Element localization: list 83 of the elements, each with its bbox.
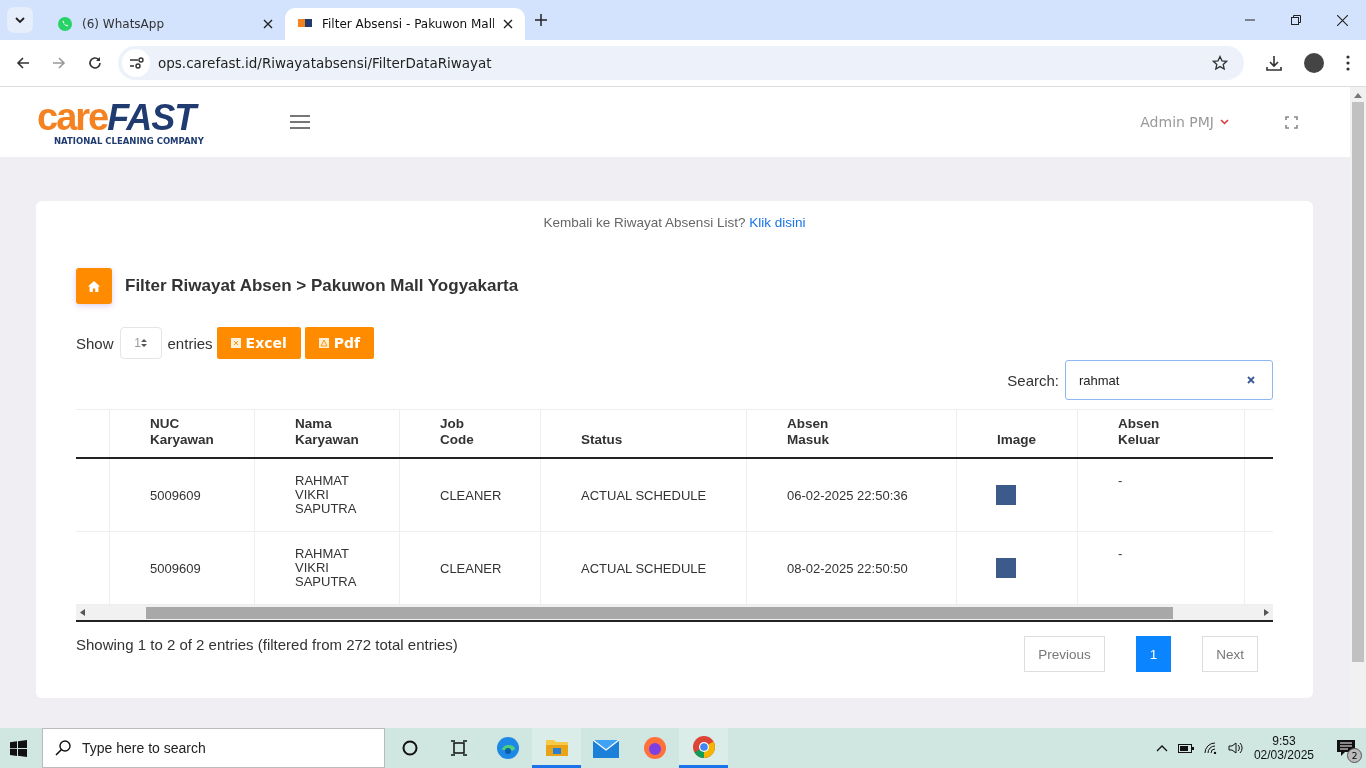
scroll-left-icon[interactable]: [80, 609, 85, 616]
chrome-icon: [691, 734, 716, 759]
windows-start-icon[interactable]: [10, 739, 27, 757]
table-info: Showing 1 to 2 of 2 entries (filtered from 272 total entries): [76, 636, 458, 653]
page-title: Filter Riwayat Absen > Pakuwon Mall Yogyakarta: [125, 276, 519, 296]
table-cell: 5009609: [150, 560, 201, 576]
spinner-icon: [140, 338, 147, 348]
column-header[interactable]: Job Code: [440, 415, 474, 448]
battery-icon[interactable]: [1177, 743, 1194, 753]
chevron-up-icon[interactable]: [1155, 744, 1168, 752]
home-icon: [88, 280, 100, 292]
table-cell: RAHMAT VIKRI SAPUTRA: [295, 545, 357, 590]
task-view-icon: [449, 740, 468, 756]
vertical-scrollbar[interactable]: [1350, 87, 1366, 728]
close-icon[interactable]: [1337, 14, 1348, 26]
close-icon[interactable]: [503, 19, 513, 29]
menu-icon[interactable]: [1346, 55, 1350, 71]
fullscreen-icon[interactable]: [1285, 115, 1298, 129]
column-header[interactable]: Nama Karyawan: [295, 415, 359, 448]
star-icon[interactable]: [1212, 55, 1228, 71]
mail-icon: [592, 738, 619, 758]
show-label: Show: [76, 334, 114, 352]
back-arrow-icon[interactable]: [16, 56, 30, 70]
notification-count: 2: [1347, 748, 1362, 763]
search-icon: [55, 740, 71, 756]
edge-icon: [495, 736, 520, 760]
tab-title: Filter Absensi - Pakuwon Mall: [322, 17, 494, 31]
caret-icon: [1220, 119, 1229, 125]
firefox-icon: [642, 736, 667, 760]
excel-icon: [230, 338, 241, 348]
table-cell: -: [1118, 546, 1123, 561]
reload-icon[interactable]: [88, 56, 102, 70]
pagination-button[interactable]: Previous: [1024, 636, 1105, 672]
table-cell: -: [1118, 473, 1123, 488]
browser-tab[interactable]: (6) WhatsApp: [45, 8, 285, 40]
circle-icon: [401, 740, 418, 756]
whatsapp-icon: [57, 16, 73, 32]
wifi-icon[interactable]: [1203, 742, 1218, 754]
column-header[interactable]: Status: [581, 431, 623, 448]
logo-tagline: NATIONAL CLEANING COMPANY: [54, 136, 204, 146]
table-cell: ACTUAL SCHEDULE: [581, 487, 707, 503]
search-field[interactable]: rahmat: [1065, 360, 1273, 400]
column-header[interactable]: Absen Keluar: [1118, 415, 1160, 448]
column-header[interactable]: NUC Karyawan: [150, 415, 214, 448]
table-cell: CLEANER: [440, 487, 502, 503]
search-label: Search:: [1007, 371, 1059, 389]
table-cell: CLEANER: [440, 560, 502, 576]
back-text: Kembali ke Riwayat Absensi List?: [543, 215, 746, 230]
clock-time[interactable]: 9:53: [1272, 734, 1296, 748]
pagination-button[interactable]: Next: [1202, 636, 1258, 672]
scroll-right-icon[interactable]: [1264, 609, 1269, 616]
tab-title: (6) WhatsApp: [82, 17, 166, 31]
address-bar[interactable]: ops.carefast.id/Riwayatabsensi/FilterDataRiwayat: [118, 46, 1244, 80]
chevron-down-icon: [14, 16, 26, 24]
clock-date[interactable]: 02/03/2025: [1253, 748, 1314, 762]
column-header[interactable]: Image: [997, 431, 1037, 448]
logo-text: care: [37, 98, 108, 136]
column-header[interactable]: Absen Masuk: [787, 415, 829, 448]
table-cell: RAHMAT VIKRI SAPUTRA: [295, 472, 357, 517]
browser-tab[interactable]: Filter Absensi - Pakuwon Mall: [285, 8, 525, 40]
site-settings-icon[interactable]: [122, 49, 150, 77]
url-text: ops.carefast.id/Riwayatabsensi/FilterDataRiwayat: [158, 55, 493, 71]
horizontal-scrollbar[interactable]: [76, 605, 1273, 622]
new-tab-icon[interactable]: [535, 14, 547, 26]
table-cell: ACTUAL SCHEDULE: [581, 560, 707, 576]
pagination-button[interactable]: 1: [1135, 636, 1172, 672]
table-cell: 5009609: [150, 487, 201, 503]
profile-avatar[interactable]: [1304, 53, 1324, 73]
notification-button[interactable]: 2: [1326, 728, 1366, 768]
clear-icon[interactable]: [1247, 376, 1255, 384]
download-icon[interactable]: [1266, 55, 1282, 71]
taskbar-search-field[interactable]: Type here to search: [42, 728, 385, 768]
table-cell: 06-02-2025 22:50:36: [787, 487, 908, 503]
tab-search-button[interactable]: [7, 7, 33, 33]
back-link[interactable]: Klik disini: [749, 215, 806, 230]
entries-label: entries: [167, 334, 213, 352]
speaker-icon[interactable]: [1227, 741, 1244, 755]
restore-icon[interactable]: [1291, 15, 1301, 25]
close-icon[interactable]: [263, 19, 273, 29]
pdf-icon: [318, 338, 329, 348]
table-cell: 08-02-2025 22:50:50: [787, 560, 908, 576]
forward-arrow-icon[interactable]: [52, 56, 66, 70]
scroll-up-icon[interactable]: [1354, 93, 1362, 98]
